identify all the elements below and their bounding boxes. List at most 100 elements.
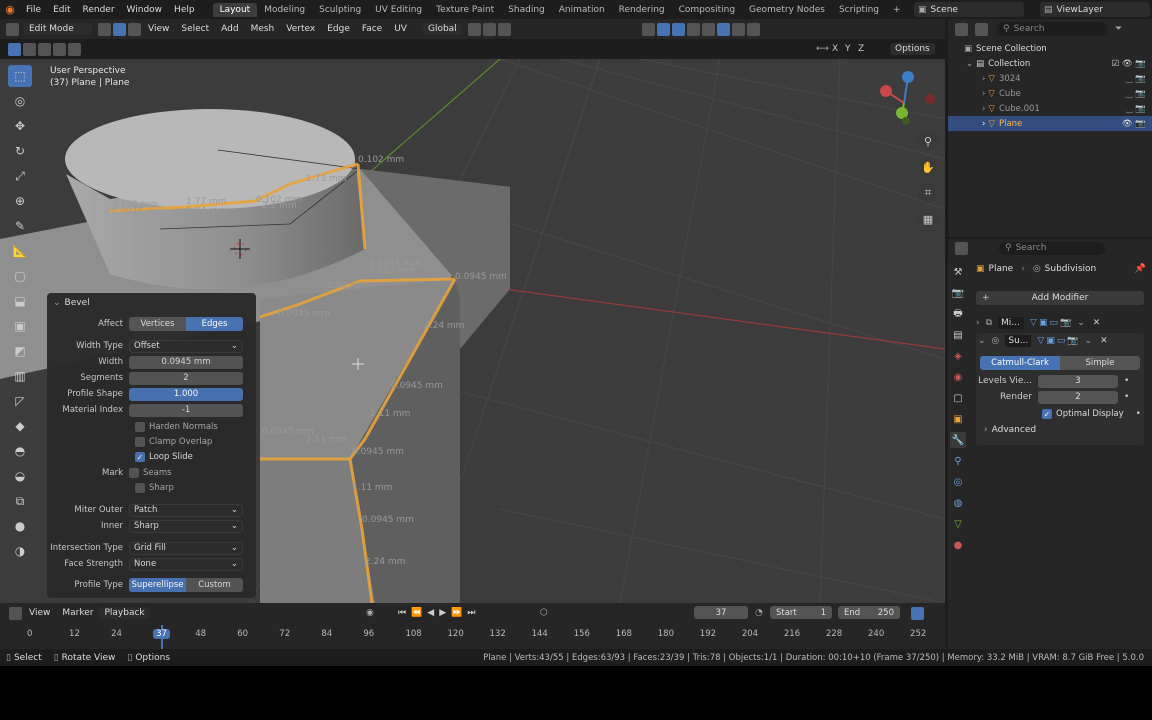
tab-scripting[interactable]: Scripting xyxy=(832,3,886,17)
vp-menu-vertex[interactable]: Vertex xyxy=(280,24,321,34)
outliner-editor-icon[interactable] xyxy=(955,22,968,36)
cursor-tool-icon[interactable]: ◎ xyxy=(8,90,32,112)
loop-cut-tool-icon[interactable]: ▥ xyxy=(8,365,32,387)
particles-tab-icon[interactable]: ⚲ xyxy=(950,453,966,469)
current-frame-field[interactable]: 37 xyxy=(694,606,748,619)
properties-editor-icon[interactable] xyxy=(955,241,968,255)
menu-help[interactable]: Help xyxy=(168,5,201,15)
navigation-gizmo[interactable] xyxy=(878,67,938,127)
filter-icon[interactable]: ⏷ xyxy=(1115,24,1122,34)
advanced-subpanel[interactable]: › Advanced xyxy=(976,425,1144,435)
face-select-icon[interactable] xyxy=(128,22,141,36)
blender-logo-icon[interactable]: ◉ xyxy=(0,3,20,16)
chevron-right-icon[interactable]: › xyxy=(982,119,985,129)
inset-tool-icon[interactable]: ▣ xyxy=(8,315,32,337)
menu-window[interactable]: Window xyxy=(121,5,169,15)
edge-slide-tool-icon[interactable]: ⧉ xyxy=(8,490,32,512)
transform-tool-icon[interactable]: ⊕ xyxy=(8,190,32,212)
vp-menu-face[interactable]: Face xyxy=(356,24,388,34)
vp-menu-uv[interactable]: UV xyxy=(388,24,413,34)
visibility-icon[interactable] xyxy=(641,22,655,36)
chevron-right-icon[interactable]: › xyxy=(982,104,985,114)
chevron-down-icon[interactable]: ⌄ xyxy=(1085,336,1093,346)
width-type-dropdown[interactable]: Offset ⌄ xyxy=(129,339,243,353)
mirror-z[interactable]: Z xyxy=(858,44,864,54)
rotate-tool-icon[interactable]: ↻ xyxy=(8,140,32,162)
tool-tab-icon[interactable]: ⚒ xyxy=(950,264,966,280)
modifier-toggles[interactable]: ▽▣▭📷 xyxy=(1037,336,1080,346)
modifier-toggles[interactable]: ▽▣▭📷 xyxy=(1030,318,1073,328)
options-dropdown[interactable]: Options xyxy=(890,43,935,55)
segments-field[interactable]: 2 xyxy=(129,371,243,385)
view-layer-tab-icon[interactable]: ▤ xyxy=(950,327,966,343)
mode-dropdown[interactable]: Edit Mode xyxy=(24,23,92,35)
tab-layout[interactable]: Layout xyxy=(212,2,258,17)
xray-icon[interactable] xyxy=(686,22,700,36)
vp-menu-select[interactable]: Select xyxy=(175,24,215,34)
collection-tab-icon[interactable]: ▢ xyxy=(950,390,966,406)
move-tool-icon[interactable]: ✥ xyxy=(8,115,32,137)
outliner-row[interactable]: ⌄ ▤ Collection ☑ 👁 📷 xyxy=(948,56,1152,71)
shading-wire-icon[interactable] xyxy=(701,22,715,36)
material-tab-icon[interactable]: ● xyxy=(950,537,966,553)
timeline-editor-icon[interactable] xyxy=(9,606,22,620)
add-cube-tool-icon[interactable]: ▢ xyxy=(8,265,32,287)
menu-render[interactable]: Render xyxy=(77,5,121,15)
keyframe-dot-icon[interactable]: • xyxy=(1136,409,1141,419)
timeline-marker-menu[interactable]: Marker xyxy=(56,608,99,618)
frame-ruler[interactable]: 0 12 24 37 48 60 72 84 96 108 120 132 144 156 168 180 19… xyxy=(0,625,945,649)
outliner-row[interactable]: ▣ Scene Collection xyxy=(948,41,1152,56)
start-frame-field[interactable]: Start 1 xyxy=(770,606,832,619)
face-strength-dropdown[interactable]: None ⌄ xyxy=(129,557,243,571)
keyframe-dot-icon[interactable]: • xyxy=(1124,376,1129,386)
select-tool-icon[interactable]: ⬚ xyxy=(8,65,32,87)
shear-tool-icon[interactable]: ◑ xyxy=(8,540,32,562)
playback-controls[interactable]: ⏮⏪◀▶⏩⏭ xyxy=(398,608,480,618)
tab-shading[interactable]: Shading xyxy=(501,3,552,17)
end-frame-field[interactable]: End 250 xyxy=(838,606,900,619)
superellipse-button[interactable]: Superellipse xyxy=(129,578,186,592)
poly-build-tool-icon[interactable]: ◆ xyxy=(8,415,32,437)
bevel-header[interactable]: ⌄ Bevel xyxy=(47,296,256,310)
vp-menu-add[interactable]: Add xyxy=(215,24,244,34)
harden-normals-checkbox[interactable]: Harden Normals xyxy=(135,422,218,432)
bevel-tool-icon[interactable]: ◩ xyxy=(8,340,32,362)
tab-rendering[interactable]: Rendering xyxy=(612,3,672,17)
physics-tab-icon[interactable]: ◎ xyxy=(950,474,966,490)
orientation-dropdown[interactable]: Global xyxy=(422,23,462,35)
render-tab-icon[interactable]: 📷 xyxy=(950,285,966,301)
constraints-tab-icon[interactable]: ◍ xyxy=(950,495,966,511)
data-tab-icon[interactable]: ▽ xyxy=(950,516,966,532)
scale-tool-icon[interactable]: ⤢ xyxy=(8,165,32,187)
tab-geometry-nodes[interactable]: Geometry Nodes xyxy=(742,3,832,17)
output-tab-icon[interactable]: 🖶 xyxy=(950,306,966,322)
outliner-row[interactable]: › ▽ Cube ‿ 📷 xyxy=(948,86,1152,101)
tab-texture-paint[interactable]: Texture Paint xyxy=(429,3,501,17)
chevron-right-icon[interactable]: › xyxy=(982,74,985,84)
shrink-fatten-tool-icon[interactable]: ● xyxy=(8,515,32,537)
pivot-icon[interactable] xyxy=(467,22,481,36)
vp-menu-view[interactable]: View xyxy=(142,24,175,34)
select-box-extend-icon[interactable] xyxy=(23,42,36,56)
spin-tool-icon[interactable]: ◓ xyxy=(8,440,32,462)
visibility-icons[interactable]: ‿ 📷 xyxy=(1126,74,1146,84)
outliner-search[interactable]: ⚲ Search xyxy=(997,22,1107,36)
extrude-tool-icon[interactable]: ⬓ xyxy=(8,290,32,312)
material-index-field[interactable]: -1 xyxy=(129,403,243,417)
modifier-subdivision-header[interactable]: ⌄ ◎ Su... ▽▣▭📷 ⌄ ✕ xyxy=(976,333,1144,348)
render-levels-field[interactable]: 2 xyxy=(1038,390,1118,404)
gizmo-icon[interactable] xyxy=(656,22,670,36)
mirror-y[interactable]: Y xyxy=(845,44,851,54)
editor-type-icon[interactable] xyxy=(6,22,19,36)
knife-tool-icon[interactable]: ◸ xyxy=(8,390,32,412)
smooth-tool-icon[interactable]: ◒ xyxy=(8,465,32,487)
timeline-view-menu[interactable]: View xyxy=(23,608,56,618)
menu-edit[interactable]: Edit xyxy=(47,5,76,15)
close-icon[interactable]: ✕ xyxy=(1093,318,1101,328)
zoom-icon[interactable]: ⚲ xyxy=(918,131,938,151)
select-box-invert-icon[interactable] xyxy=(53,42,66,56)
vertex-select-icon[interactable] xyxy=(98,22,111,36)
shading-material-icon[interactable] xyxy=(731,22,745,36)
vp-menu-mesh[interactable]: Mesh xyxy=(245,24,281,34)
levels-viewport-field[interactable]: 3 xyxy=(1038,374,1118,388)
